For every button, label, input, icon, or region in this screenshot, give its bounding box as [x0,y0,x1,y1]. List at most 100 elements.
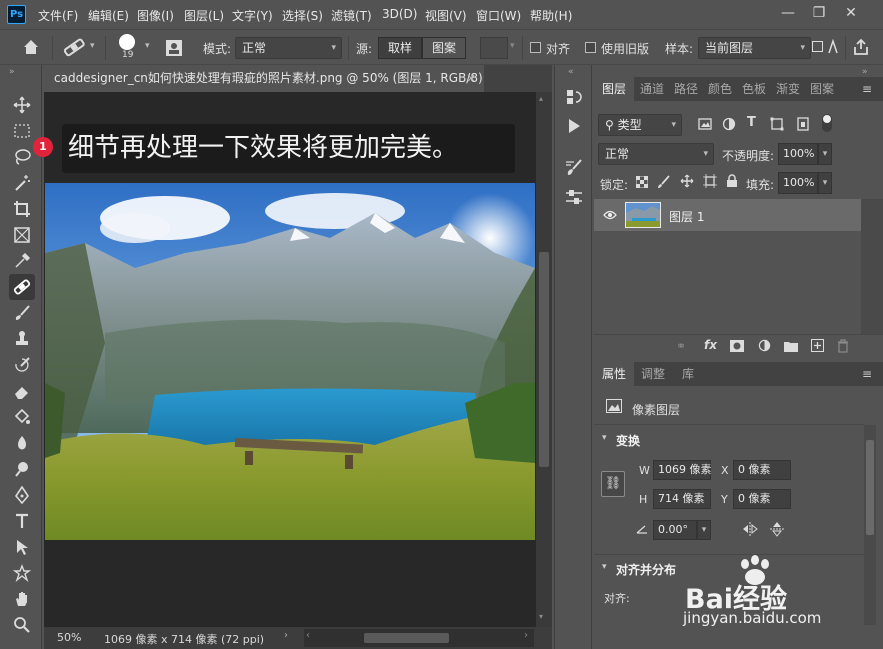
properties-scroll-thumb[interactable] [866,440,874,535]
pattern-chevron-icon[interactable]: ▾ [510,41,515,51]
clone-source-icon[interactable] [564,187,584,210]
paint-bucket-tool-icon[interactable] [9,404,35,430]
filter-smart-objects-icon[interactable] [796,117,810,134]
tab-adjustments[interactable]: 调整 [636,362,670,386]
tab-libraries[interactable]: 库 [672,362,704,386]
layer-row[interactable]: 图层 1 [594,199,861,231]
crop-tool-icon[interactable] [9,196,35,222]
horizontal-scrollbar[interactable]: ‹ › [304,629,534,647]
zoom-level[interactable]: 50% [57,631,81,644]
scroll-left-icon[interactable]: ‹ [306,630,310,641]
fill-field[interactable]: 100% [778,172,818,194]
eyedropper-tool-icon[interactable] [9,248,35,274]
lock-image-pixels-icon[interactable] [657,175,671,192]
panel-menu-icon[interactable]: ≡ [862,82,872,96]
width-field[interactable]: 1069 像素 [653,460,712,480]
aligned-checkbox[interactable] [530,42,541,53]
new-adjustment-layer-icon[interactable] [758,339,771,355]
layer-thumbnail[interactable] [625,202,661,228]
menu-view[interactable]: 视图(V) [425,7,467,24]
expand-panels-icon[interactable]: « [568,67,574,77]
scroll-down-icon[interactable]: ▾ [539,612,543,621]
sample-layers-dropdown[interactable]: 当前图层 ▾ [698,37,811,59]
brush-picker-chevron-icon[interactable]: ▾ [145,41,150,51]
menu-help[interactable]: 帮助(H) [530,7,572,24]
layer-filter-dropdown[interactable]: ⚲ 类型 ▾ [598,114,682,136]
vertical-scrollbar[interactable]: ▴ ▾ [536,92,552,627]
transform-collapse-chevron-icon[interactable]: ▾ [602,433,607,443]
filter-shape-layers-icon[interactable] [770,117,784,134]
document-info[interactable]: 1069 像素 x 714 像素 (72 ppi) [104,631,264,647]
filter-toggle-icon[interactable] [822,114,832,132]
document-tab[interactable]: caddesigner_cn如何快速处理有瑕疵的照片素材.png @ 50% (… [44,65,484,92]
sample-source-button[interactable]: 取样 [378,37,422,59]
add-mask-icon[interactable] [730,340,744,355]
flip-horizontal-icon[interactable] [742,522,758,539]
brush-preview-icon[interactable] [119,34,135,50]
mode-dropdown[interactable]: 正常 ▾ [235,37,342,59]
pattern-swatch[interactable] [480,37,508,59]
eye-visibility-icon[interactable] [603,209,617,223]
new-layer-icon[interactable] [811,339,824,355]
layer-name[interactable]: 图层 1 [669,208,704,225]
dodge-tool-icon[interactable] [9,456,35,482]
path-selection-tool-icon[interactable] [9,534,35,560]
menu-layer[interactable]: 图层(L) [184,7,224,24]
delete-layer-icon[interactable] [837,339,849,356]
layer-style-fx-icon[interactable]: fx [704,338,717,352]
type-tool-icon[interactable] [9,508,35,534]
rectangular-marquee-tool-icon[interactable] [9,118,35,144]
tool-preset-chevron-icon[interactable]: ▾ [90,41,95,51]
clone-stamp-tool-icon[interactable] [9,326,35,352]
layers-scroll-area[interactable] [861,199,883,334]
tab-channels[interactable]: 通道 [636,77,668,101]
clone-source-panel-icon[interactable] [164,38,184,61]
opacity-chevron-icon[interactable]: ▾ [818,143,832,165]
frame-tool-icon[interactable] [9,222,35,248]
restore-button[interactable]: ❐ [808,3,830,23]
share-icon[interactable] [852,38,870,59]
lock-position-icon[interactable] [680,174,694,191]
height-field[interactable]: 714 像素 [653,489,711,509]
healing-brush-tool-icon[interactable] [62,37,86,60]
close-window-button[interactable]: ✕ [840,3,862,23]
menu-select[interactable]: 选择(S) [282,7,323,24]
horizontal-scroll-thumb[interactable] [364,633,449,643]
close-tab-icon[interactable]: × [466,65,476,92]
move-tool-icon[interactable] [9,92,35,118]
fill-chevron-icon[interactable]: ▾ [818,172,832,194]
collapse-panels-icon[interactable]: » [862,67,868,77]
history-brush-tool-icon[interactable] [9,352,35,378]
pen-tool-icon[interactable] [9,482,35,508]
tab-gradients[interactable]: 渐变 [772,77,804,101]
lock-artboard-icon[interactable] [703,174,717,191]
scroll-right-icon[interactable]: › [524,630,528,641]
lock-all-icon[interactable] [726,174,738,191]
menu-file[interactable]: 文件(F) [38,7,78,24]
healing-brush-tool-icon[interactable] [9,274,35,300]
x-field[interactable]: 0 像素 [733,460,791,480]
eraser-tool-icon[interactable] [9,378,35,404]
history-panel-icon[interactable] [564,87,584,110]
align-collapse-chevron-icon[interactable]: ▾ [602,562,607,572]
properties-menu-icon[interactable]: ≡ [862,367,872,381]
tab-paths[interactable]: 路径 [670,77,702,101]
filter-type-layers-icon[interactable]: T [747,115,756,130]
hand-tool-icon[interactable] [9,586,35,612]
angle-chevron-icon[interactable]: ▾ [697,520,711,540]
minimize-button[interactable]: — [777,3,799,23]
new-group-folder-icon[interactable] [784,340,798,355]
vertical-scroll-thumb[interactable] [539,252,549,467]
blend-mode-dropdown[interactable]: 正常 ▾ [598,143,714,165]
menu-3d[interactable]: 3D(D) [382,7,417,21]
menu-window[interactable]: 窗口(W) [476,7,521,24]
brush-settings-icon[interactable] [564,158,584,181]
opacity-field[interactable]: 100% [778,143,818,165]
ignore-adjustment-layers-icon[interactable] [812,41,823,52]
blur-tool-icon[interactable] [9,430,35,456]
menu-edit[interactable]: 编辑(E) [88,7,129,24]
brush-tool-icon[interactable] [9,300,35,326]
status-menu-chevron-icon[interactable]: › [284,630,288,641]
menu-image[interactable]: 图像(I) [137,7,174,24]
flip-vertical-icon[interactable] [770,521,784,540]
